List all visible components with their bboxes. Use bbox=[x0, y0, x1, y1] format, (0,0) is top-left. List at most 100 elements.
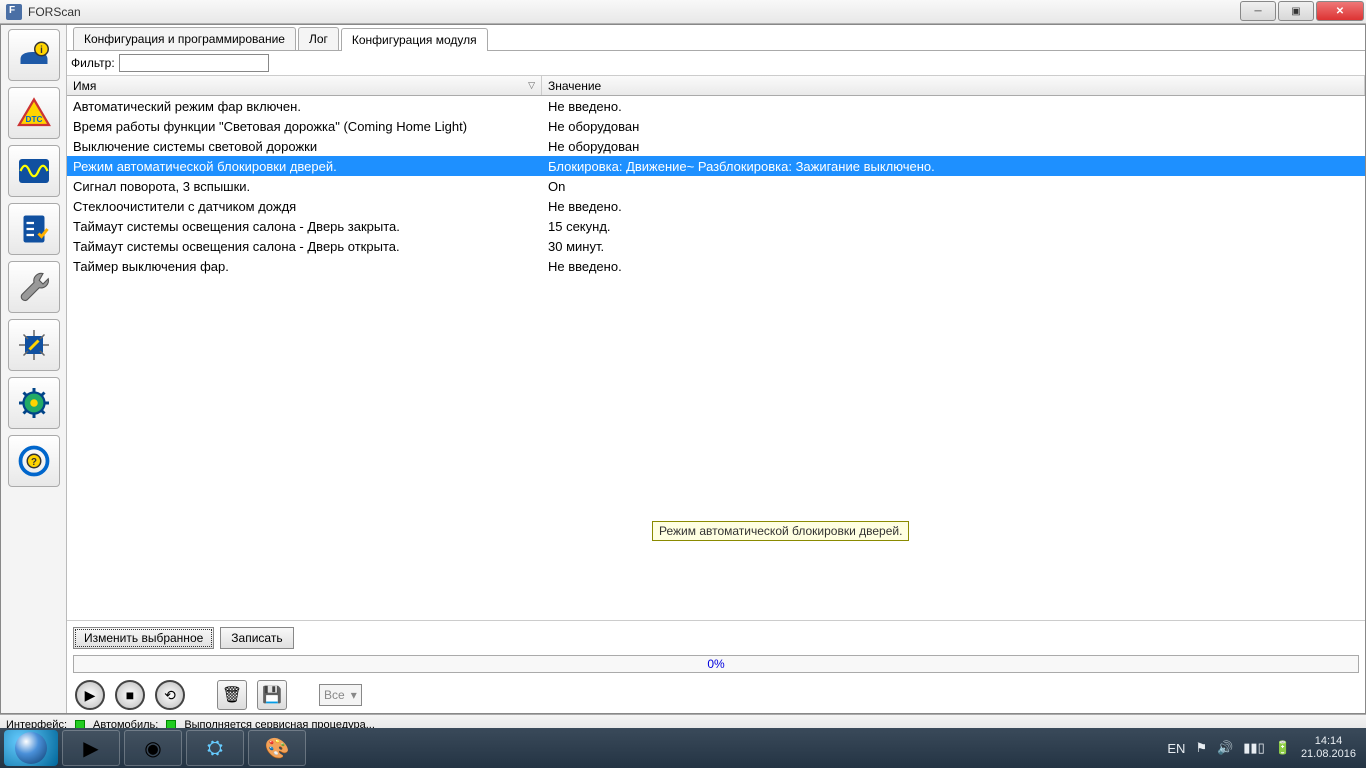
tab-config-programming[interactable]: Конфигурация и программирование bbox=[73, 27, 296, 50]
cell-value: Не оборудован bbox=[542, 139, 1365, 154]
table-row[interactable]: Таймаут системы освещения салона - Дверь… bbox=[67, 216, 1365, 236]
svg-text:DTC: DTC bbox=[25, 115, 42, 124]
oscilloscope-button[interactable] bbox=[8, 145, 60, 197]
palette-icon: 🎨 bbox=[265, 736, 290, 761]
trash-icon: 🗑 bbox=[222, 685, 242, 705]
cell-value: Не оборудован bbox=[542, 119, 1365, 134]
gear-icon bbox=[16, 385, 52, 421]
car-info-icon: i bbox=[16, 37, 52, 73]
tray-flag-icon[interactable]: ⚑ bbox=[1195, 740, 1207, 756]
main-pane: Конфигурация и программирование Лог Конф… bbox=[67, 25, 1365, 713]
checklist-button[interactable] bbox=[8, 203, 60, 255]
table-row[interactable]: Режим автоматической блокировки дверей.Б… bbox=[67, 156, 1365, 176]
play-button[interactable]: ▶ bbox=[75, 680, 105, 710]
svg-text:i: i bbox=[40, 45, 43, 56]
chip-button[interactable] bbox=[8, 319, 60, 371]
gear-button[interactable] bbox=[8, 377, 60, 429]
filter-combo[interactable]: Все ▾ bbox=[319, 684, 362, 706]
left-toolbar: i DTC ? bbox=[1, 25, 67, 713]
table-row[interactable]: Выключение системы световой дорожкиНе об… bbox=[67, 136, 1365, 156]
chrome-icon: ◉ bbox=[144, 736, 161, 761]
app-frame: i DTC ? Конфигурация и программирование … bbox=[0, 24, 1366, 714]
col-header-name[interactable]: Имя ▽ bbox=[67, 76, 542, 95]
table-row[interactable]: Таймаут системы освещения салона - Дверь… bbox=[67, 236, 1365, 256]
dtc-button[interactable]: DTC bbox=[8, 87, 60, 139]
tab-module-config[interactable]: Конфигурация модуля bbox=[341, 28, 488, 51]
close-button[interactable]: ✕ bbox=[1316, 1, 1364, 21]
vehicle-info-button[interactable]: i bbox=[8, 29, 60, 81]
tab-log[interactable]: Лог bbox=[298, 27, 339, 50]
taskbar-item-forscan[interactable]: ⛭ bbox=[186, 730, 244, 766]
filter-input[interactable] bbox=[119, 54, 269, 72]
chip-icon bbox=[16, 327, 52, 363]
progress-bar: 0% bbox=[73, 655, 1359, 673]
filter-row: Фильтр: bbox=[67, 51, 1365, 75]
cell-value: Не введено. bbox=[542, 99, 1365, 114]
cell-value: Блокировка: Движение~ Разблокировка: Заж… bbox=[542, 159, 1365, 174]
save-icon: 💾 bbox=[262, 685, 282, 705]
taskbar: ▶ ◉ ⛭ 🎨 EN ⚑ 🔊 ▮▮▯ 🔋 14:14 21.08.2016 bbox=[0, 728, 1366, 768]
filter-label: Фильтр: bbox=[71, 56, 115, 70]
media-player-icon: ▶ bbox=[83, 736, 98, 761]
cell-name: Выключение системы световой дорожки bbox=[67, 139, 542, 154]
window-titlebar: FORScan ─ ▣ ✕ bbox=[0, 0, 1366, 24]
wrench-icon bbox=[16, 269, 52, 305]
tray-lang[interactable]: EN bbox=[1167, 741, 1185, 756]
table-row[interactable]: Сигнал поворота, 3 вспышки.On bbox=[67, 176, 1365, 196]
refresh-icon: ⟲ bbox=[164, 687, 176, 704]
table-row[interactable]: Стеклоочистители с датчиком дождяНе введ… bbox=[67, 196, 1365, 216]
tray-volume-icon[interactable]: 🔊 bbox=[1217, 740, 1233, 756]
cell-name: Сигнал поворота, 3 вспышки. bbox=[67, 179, 542, 194]
table-row[interactable]: Автоматический режим фар включен.Не введ… bbox=[67, 96, 1365, 116]
tab-label: Лог bbox=[309, 32, 328, 46]
tab-label: Конфигурация и программирование bbox=[84, 32, 285, 46]
col-header-value-label: Значение bbox=[548, 79, 601, 93]
tray-battery-icon[interactable]: 🔋 bbox=[1275, 740, 1291, 756]
system-tray: EN ⚑ 🔊 ▮▮▯ 🔋 14:14 21.08.2016 bbox=[1167, 735, 1362, 761]
steering-wheel-help-icon: ? bbox=[16, 443, 52, 479]
window-title: FORScan bbox=[28, 5, 81, 19]
help-button[interactable]: ? bbox=[8, 435, 60, 487]
forscan-icon: ⛭ bbox=[207, 737, 223, 760]
stop-button[interactable]: ■ bbox=[115, 680, 145, 710]
cell-value: 30 минут. bbox=[542, 239, 1365, 254]
wrench-button[interactable] bbox=[8, 261, 60, 313]
cell-name: Автоматический режим фар включен. bbox=[67, 99, 542, 114]
clipboard-check-icon bbox=[16, 211, 52, 247]
col-header-name-label: Имя bbox=[73, 79, 96, 93]
action-row: Изменить выбранное Записать bbox=[67, 620, 1365, 655]
table-row[interactable]: Таймер выключения фар.Не введено. bbox=[67, 256, 1365, 276]
col-header-value[interactable]: Значение bbox=[542, 76, 1365, 95]
maximize-button[interactable]: ▣ bbox=[1278, 1, 1314, 21]
taskbar-item-chrome[interactable]: ◉ bbox=[124, 730, 182, 766]
cell-value: 15 секунд. bbox=[542, 219, 1365, 234]
minimize-button[interactable]: ─ bbox=[1240, 1, 1276, 21]
tray-date: 21.08.2016 bbox=[1301, 748, 1356, 761]
combo-label: Все bbox=[324, 688, 345, 702]
tray-clock[interactable]: 14:14 21.08.2016 bbox=[1301, 735, 1356, 761]
sort-indicator-icon: ▽ bbox=[528, 80, 535, 91]
waveform-icon bbox=[16, 153, 52, 189]
taskbar-item-paint[interactable]: 🎨 bbox=[248, 730, 306, 766]
cell-name: Время работы функции "Световая дорожка" … bbox=[67, 119, 542, 134]
refresh-button[interactable]: ⟲ bbox=[155, 680, 185, 710]
delete-button[interactable]: 🗑 bbox=[217, 680, 247, 710]
config-grid: Имя ▽ Значение Автоматический режим фар … bbox=[67, 75, 1365, 620]
cell-name: Стеклоочистители с датчиком дождя bbox=[67, 199, 542, 214]
grid-body: Автоматический режим фар включен.Не введ… bbox=[67, 96, 1365, 620]
write-button[interactable]: Записать bbox=[220, 627, 293, 649]
cell-name: Таймаут системы освещения салона - Дверь… bbox=[67, 219, 542, 234]
tooltip: Режим автоматической блокировки дверей. bbox=[652, 521, 909, 541]
table-row[interactable]: Время работы функции "Световая дорожка" … bbox=[67, 116, 1365, 136]
tab-label: Конфигурация модуля bbox=[352, 33, 477, 47]
taskbar-item-media[interactable]: ▶ bbox=[62, 730, 120, 766]
edit-selected-button[interactable]: Изменить выбранное bbox=[73, 627, 214, 649]
app-icon bbox=[6, 4, 22, 20]
tray-network-icon[interactable]: ▮▮▯ bbox=[1243, 740, 1264, 756]
warning-triangle-icon: DTC bbox=[16, 95, 52, 131]
tab-strip: Конфигурация и программирование Лог Конф… bbox=[67, 25, 1365, 51]
transport-row: ▶ ■ ⟲ 🗑 💾 Все ▾ bbox=[67, 677, 1365, 713]
save-button[interactable]: 💾 bbox=[257, 680, 287, 710]
cell-name: Режим автоматической блокировки дверей. bbox=[67, 159, 542, 174]
start-button[interactable] bbox=[4, 730, 58, 766]
